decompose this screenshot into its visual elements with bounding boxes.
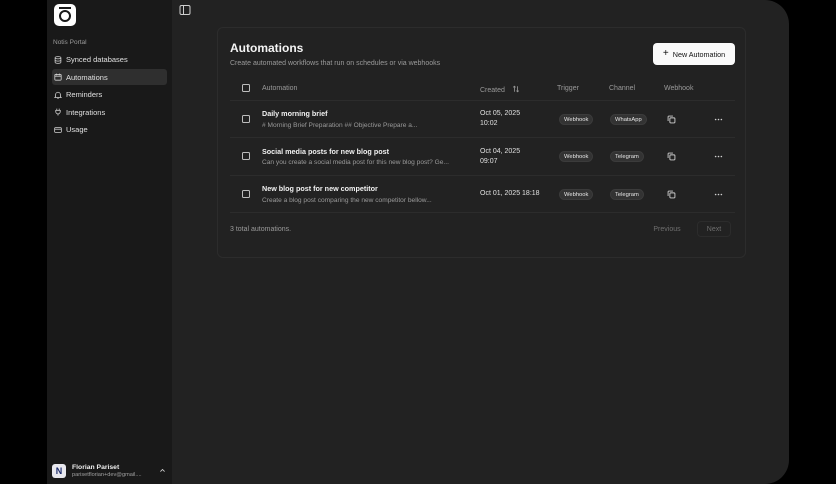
select-all-checkbox[interactable] [242,84,250,92]
database-icon [53,55,63,65]
created-date-day: Oct 01, 2025 18:18 [480,190,540,197]
user-name: Florian Pariset [72,464,120,471]
automation-title: Daily morning brief [262,109,328,118]
automation-description: Create a blog post comparing the new com… [262,197,432,204]
column-header-created[interactable]: Created [480,85,520,94]
copy-icon[interactable] [667,115,676,124]
trigger-badge: Webhook [559,151,594,162]
row-checkbox[interactable] [242,115,250,123]
sidebar: Notis Portal Synced databases Automation… [47,0,172,484]
more-icon[interactable] [714,190,723,199]
new-automation-label: New Automation [672,49,726,59]
page-title: Automations [230,41,304,55]
row-divider [230,137,735,138]
header-divider [230,100,735,101]
user-info: Florian Pariset parisetflorian+dev@gmail… [72,464,142,478]
sidebar-item-reminders[interactable]: Reminders [52,87,167,103]
previous-button[interactable]: Previous [646,221,688,237]
created-date-time: 09:07 [480,158,498,165]
total-count: 3 total automations. [230,226,292,233]
sidebar-toggle-icon[interactable] [179,4,191,16]
sidebar-item-label: Usage [66,125,88,134]
sort-icon [512,85,519,93]
created-date-time: 10:02 [480,120,498,127]
chevron-up-icon [160,468,165,472]
created-date: Oct 05, 2025 10:02 [480,109,520,129]
column-header-webhook: Webhook [664,85,694,92]
bell-icon [53,90,63,100]
user-email: parisetflorian+dev@gmail.... [72,472,142,478]
automation-description: Can you create a social media post for t… [262,159,449,166]
credit-card-icon [53,125,63,135]
row-checkbox[interactable] [242,152,250,160]
channel-badge: Telegram [610,189,644,200]
sidebar-item-label: Synced databases [66,55,128,64]
automations-panel: Automations Create automated workflows t… [217,27,746,258]
sidebar-item-label: Automations [66,72,108,82]
portal-label: Notis Portal [53,39,87,46]
plug-icon [53,107,63,117]
app-logo[interactable] [54,4,76,26]
avatar: N [52,464,66,478]
more-icon[interactable] [714,152,723,161]
sidebar-item-label: Integrations [66,107,106,117]
row-divider [230,175,735,176]
copy-icon[interactable] [667,152,676,161]
automation-description: # Morning Brief Preparation ## Objective… [262,122,418,129]
sidebar-item-synced-databases[interactable]: Synced databases [52,52,167,68]
automation-title: New blog post for new competitor [262,184,378,193]
sidebar-item-automations[interactable]: Automations [52,69,167,85]
trigger-badge: Webhook [559,189,594,200]
plus-icon: + [662,48,669,59]
channel-badge: WhatsApp [610,114,647,125]
copy-icon[interactable] [667,190,676,199]
created-date: Oct 01, 2025 18:18 [480,189,540,199]
row-divider [230,212,735,213]
next-button[interactable]: Next [697,221,731,237]
trigger-badge: Webhook [559,114,594,125]
more-icon[interactable] [714,115,723,124]
sidebar-nav: Synced databases Automations Reminders I… [47,50,172,139]
created-date: Oct 04, 2025 09:07 [480,147,520,167]
row-checkbox[interactable] [242,190,250,198]
user-menu[interactable]: N Florian Pariset parisetflorian+dev@gma… [52,461,168,481]
column-header-created-label: Created [480,87,505,94]
created-date-day: Oct 05, 2025 [480,110,521,117]
app-window: Notis Portal Synced databases Automation… [47,0,789,484]
column-header-channel: Channel [609,85,636,92]
calendar-icon [53,72,63,82]
sidebar-item-label: Reminders [66,90,103,99]
automation-title: Social media posts for new blog post [262,147,389,156]
page-subtitle: Create automated workflows that run on s… [230,60,441,67]
sidebar-item-integrations[interactable]: Integrations [52,104,167,120]
channel-badge: Telegram [610,151,644,162]
column-header-automation: Automation [262,85,298,92]
column-header-trigger: Trigger [557,85,579,92]
created-date-day: Oct 04, 2025 [480,148,521,155]
new-automation-button[interactable]: + New Automation [653,43,735,65]
sidebar-item-usage[interactable]: Usage [52,122,167,138]
